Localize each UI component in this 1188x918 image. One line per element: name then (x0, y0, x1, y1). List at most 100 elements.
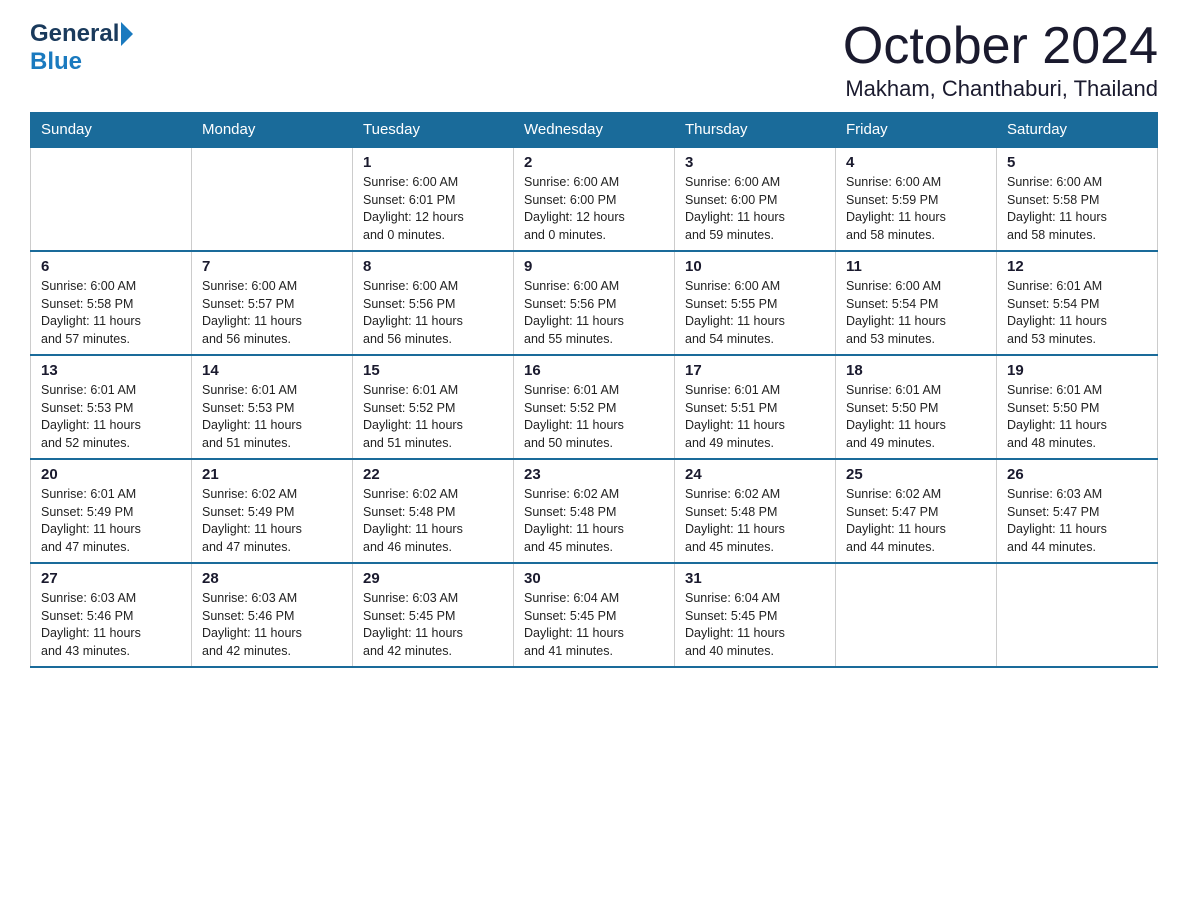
weekday-header-saturday: Saturday (997, 113, 1158, 148)
day-number: 1 (363, 154, 503, 171)
day-info: Sunrise: 6:01 AM Sunset: 5:51 PM Dayligh… (685, 382, 825, 452)
calendar-cell: 11 Sunrise: 6:00 AM Sunset: 5:54 PM Dayli… (836, 251, 997, 355)
day-number: 20 (41, 466, 181, 483)
day-number: 9 (524, 258, 664, 275)
day-info: Sunrise: 6:00 AM Sunset: 5:55 PM Dayligh… (685, 278, 825, 348)
calendar-table: SundayMondayTuesdayWednesdayThursdayFrid… (30, 112, 1158, 668)
day-number: 3 (685, 154, 825, 171)
day-info: Sunrise: 6:00 AM Sunset: 5:57 PM Dayligh… (202, 278, 342, 348)
calendar-cell: 8 Sunrise: 6:00 AM Sunset: 5:56 PM Daylig… (353, 251, 514, 355)
day-info: Sunrise: 6:00 AM Sunset: 5:56 PM Dayligh… (524, 278, 664, 348)
calendar-cell: 17Sunrise: 6:01 AM Sunset: 5:51 PM Dayli… (675, 355, 836, 459)
day-number: 15 (363, 362, 503, 379)
calendar-cell: 6Sunrise: 6:00 AM Sunset: 5:58 PM Daylig… (31, 251, 192, 355)
day-info: Sunrise: 6:01 AM Sunset: 5:49 PM Dayligh… (41, 486, 181, 556)
calendar-cell: 24Sunrise: 6:02 AM Sunset: 5:48 PM Dayli… (675, 459, 836, 563)
weekday-header-wednesday: Wednesday (514, 113, 675, 148)
calendar-week-row: 13 Sunrise: 6:01 AM Sunset: 5:53 PM Dayli… (31, 355, 1158, 459)
day-info: Sunrise: 6:01 AM Sunset: 5:52 PM Dayligh… (363, 382, 503, 452)
calendar-cell: 3 Sunrise: 6:00 AM Sunset: 6:00 PM Daylig… (675, 147, 836, 251)
day-number: 21 (202, 466, 342, 483)
logo: General Blue (30, 20, 135, 76)
calendar-week-row: 1Sunrise: 6:00 AM Sunset: 6:01 PM Daylig… (31, 147, 1158, 251)
day-info: Sunrise: 6:03 AM Sunset: 5:47 PM Dayligh… (1007, 486, 1147, 556)
day-number: 13 (41, 362, 181, 379)
day-info: Sunrise: 6:00 AM Sunset: 6:00 PM Dayligh… (524, 174, 664, 244)
calendar-cell: 22Sunrise: 6:02 AM Sunset: 5:48 PM Dayli… (353, 459, 514, 563)
calendar-cell (836, 563, 997, 667)
calendar-cell: 19Sunrise: 6:01 AM Sunset: 5:50 PM Dayli… (997, 355, 1158, 459)
day-number: 27 (41, 570, 181, 587)
day-info: Sunrise: 6:02 AM Sunset: 5:49 PM Dayligh… (202, 486, 342, 556)
day-number: 11 (846, 258, 986, 275)
logo-arrow-icon (121, 22, 133, 46)
day-info: Sunrise: 6:04 AM Sunset: 5:45 PM Dayligh… (685, 590, 825, 660)
calendar-cell: 10 Sunrise: 6:00 AM Sunset: 5:55 PM Dayli… (675, 251, 836, 355)
day-info: Sunrise: 6:01 AM Sunset: 5:50 PM Dayligh… (846, 382, 986, 452)
calendar-cell: 25Sunrise: 6:02 AM Sunset: 5:47 PM Dayli… (836, 459, 997, 563)
day-info: Sunrise: 6:01 AM Sunset: 5:53 PM Dayligh… (202, 382, 342, 452)
location-title: Makham, Chanthaburi, Thailand (843, 76, 1158, 102)
calendar-week-row: 27 Sunrise: 6:03 AM Sunset: 5:46 PM Dayli… (31, 563, 1158, 667)
day-info: Sunrise: 6:01 AM Sunset: 5:50 PM Dayligh… (1007, 382, 1147, 452)
day-number: 16 (524, 362, 664, 379)
calendar-cell (31, 147, 192, 251)
calendar-cell: 28 Sunrise: 6:03 AM Sunset: 5:46 PM Dayli… (192, 563, 353, 667)
day-number: 2 (524, 154, 664, 171)
calendar-cell: 1Sunrise: 6:00 AM Sunset: 6:01 PM Daylig… (353, 147, 514, 251)
calendar-cell: 4Sunrise: 6:00 AM Sunset: 5:59 PM Daylig… (836, 147, 997, 251)
calendar-cell: 13 Sunrise: 6:01 AM Sunset: 5:53 PM Dayli… (31, 355, 192, 459)
calendar-cell: 16 Sunrise: 6:01 AM Sunset: 5:52 PM Dayli… (514, 355, 675, 459)
day-info: Sunrise: 6:01 AM Sunset: 5:54 PM Dayligh… (1007, 278, 1147, 348)
calendar-cell: 9 Sunrise: 6:00 AM Sunset: 5:56 PM Daylig… (514, 251, 675, 355)
calendar-cell: 14 Sunrise: 6:01 AM Sunset: 5:53 PM Dayli… (192, 355, 353, 459)
calendar-cell: 29Sunrise: 6:03 AM Sunset: 5:45 PM Dayli… (353, 563, 514, 667)
day-info: Sunrise: 6:00 AM Sunset: 5:56 PM Dayligh… (363, 278, 503, 348)
calendar-cell: 21 Sunrise: 6:02 AM Sunset: 5:49 PM Dayli… (192, 459, 353, 563)
calendar-cell: 12 Sunrise: 6:01 AM Sunset: 5:54 PM Dayli… (997, 251, 1158, 355)
day-number: 14 (202, 362, 342, 379)
calendar-cell: 23 Sunrise: 6:02 AM Sunset: 5:48 PM Dayli… (514, 459, 675, 563)
day-number: 28 (202, 570, 342, 587)
calendar-cell: 7 Sunrise: 6:00 AM Sunset: 5:57 PM Daylig… (192, 251, 353, 355)
day-number: 26 (1007, 466, 1147, 483)
day-number: 7 (202, 258, 342, 275)
day-info: Sunrise: 6:01 AM Sunset: 5:53 PM Dayligh… (41, 382, 181, 452)
calendar-cell (997, 563, 1158, 667)
day-number: 8 (363, 258, 503, 275)
day-number: 18 (846, 362, 986, 379)
weekday-header-sunday: Sunday (31, 113, 192, 148)
calendar-cell (192, 147, 353, 251)
day-info: Sunrise: 6:00 AM Sunset: 5:54 PM Dayligh… (846, 278, 986, 348)
day-info: Sunrise: 6:00 AM Sunset: 5:58 PM Dayligh… (1007, 174, 1147, 244)
day-info: Sunrise: 6:00 AM Sunset: 5:59 PM Dayligh… (846, 174, 986, 244)
weekday-header-monday: Monday (192, 113, 353, 148)
calendar-cell: 30Sunrise: 6:04 AM Sunset: 5:45 PM Dayli… (514, 563, 675, 667)
day-info: Sunrise: 6:02 AM Sunset: 5:48 PM Dayligh… (524, 486, 664, 556)
day-info: Sunrise: 6:01 AM Sunset: 5:52 PM Dayligh… (524, 382, 664, 452)
calendar-week-row: 6Sunrise: 6:00 AM Sunset: 5:58 PM Daylig… (31, 251, 1158, 355)
day-number: 5 (1007, 154, 1147, 171)
day-number: 6 (41, 258, 181, 275)
logo-blue-text: Blue (30, 48, 82, 76)
weekday-header-thursday: Thursday (675, 113, 836, 148)
day-info: Sunrise: 6:04 AM Sunset: 5:45 PM Dayligh… (524, 590, 664, 660)
day-info: Sunrise: 6:03 AM Sunset: 5:46 PM Dayligh… (202, 590, 342, 660)
day-number: 10 (685, 258, 825, 275)
calendar-cell: 27 Sunrise: 6:03 AM Sunset: 5:46 PM Dayli… (31, 563, 192, 667)
day-info: Sunrise: 6:00 AM Sunset: 6:00 PM Dayligh… (685, 174, 825, 244)
day-info: Sunrise: 6:03 AM Sunset: 5:46 PM Dayligh… (41, 590, 181, 660)
calendar-cell: 26 Sunrise: 6:03 AM Sunset: 5:47 PM Dayli… (997, 459, 1158, 563)
calendar-cell: 5 Sunrise: 6:00 AM Sunset: 5:58 PM Daylig… (997, 147, 1158, 251)
day-number: 23 (524, 466, 664, 483)
calendar-header-row: SundayMondayTuesdayWednesdayThursdayFrid… (31, 113, 1158, 148)
day-info: Sunrise: 6:02 AM Sunset: 5:47 PM Dayligh… (846, 486, 986, 556)
month-title: October 2024 (843, 20, 1158, 72)
day-number: 12 (1007, 258, 1147, 275)
weekday-header-friday: Friday (836, 113, 997, 148)
calendar-cell: 18 Sunrise: 6:01 AM Sunset: 5:50 PM Dayli… (836, 355, 997, 459)
day-info: Sunrise: 6:03 AM Sunset: 5:45 PM Dayligh… (363, 590, 503, 660)
day-info: Sunrise: 6:02 AM Sunset: 5:48 PM Dayligh… (685, 486, 825, 556)
day-info: Sunrise: 6:02 AM Sunset: 5:48 PM Dayligh… (363, 486, 503, 556)
title-area: October 2024 Makham, Chanthaburi, Thaila… (843, 20, 1158, 102)
